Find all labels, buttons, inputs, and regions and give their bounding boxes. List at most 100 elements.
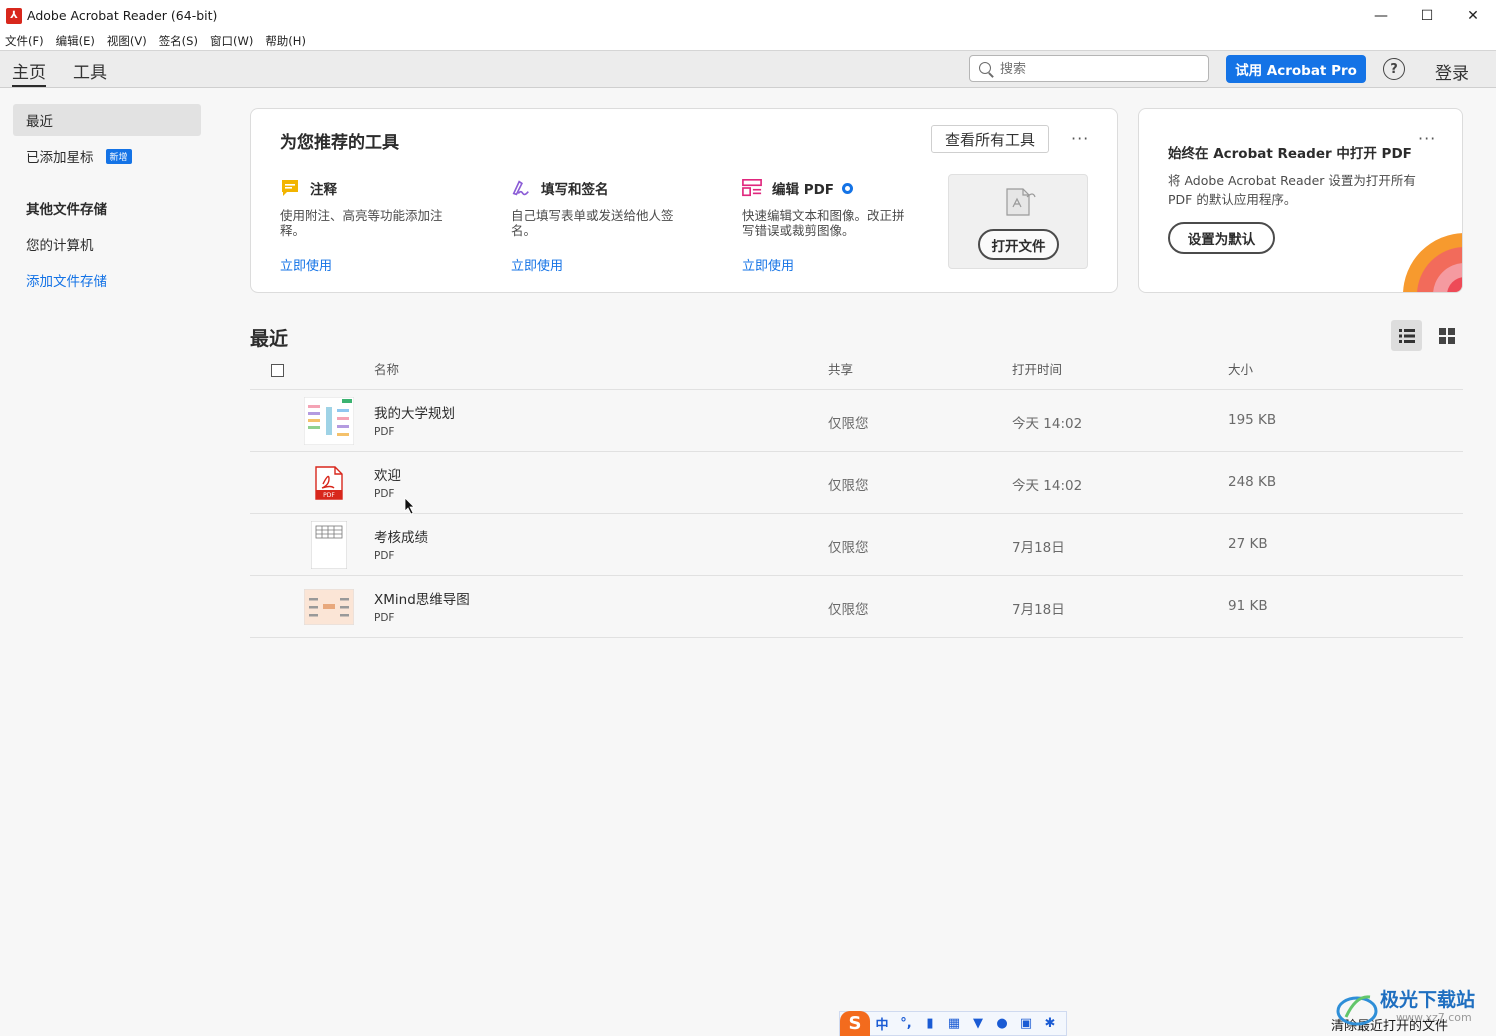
apps-icon[interactable]: ▣ — [1014, 1016, 1038, 1031]
table-row[interactable]: 我的大学规划 PDF 仅限您 今天 14:02 195 KB — [250, 390, 1463, 452]
tool-name: 注释 — [310, 182, 337, 198]
file-size: 91 KB — [1228, 598, 1268, 614]
sidebar-item-label: 添加文件存储 — [26, 274, 107, 290]
menu-help[interactable]: 帮助(H) — [260, 33, 313, 49]
search-input[interactable] — [1000, 61, 1190, 76]
more-options-icon[interactable]: ··· — [1071, 129, 1089, 148]
select-all-checkbox[interactable] — [271, 364, 284, 377]
shared-status: 仅限您 — [828, 602, 869, 618]
set-default-card: 始终在 Acrobat Reader 中打开 PDF ··· 将 Adobe A… — [1138, 108, 1463, 293]
table-row[interactable]: PDF 欢迎 PDF 仅限您 今天 14:02 248 KB — [250, 452, 1463, 514]
view-all-tools-button[interactable]: 查看所有工具 — [931, 125, 1049, 153]
comment-icon — [280, 178, 300, 198]
tab-home[interactable]: 主页 — [12, 58, 46, 87]
column-header-name[interactable]: 名称 — [374, 359, 399, 378]
mouse-cursor-icon — [404, 497, 415, 515]
sidebar-item-your-computer[interactable]: 您的计算机 — [13, 228, 201, 260]
file-name: XMind思维导图 — [374, 592, 470, 608]
game-icon[interactable]: ● — [990, 1016, 1014, 1031]
recent-files-table: 名称 共享 打开时间 大小 我的大学规划 PDF 仅限您 今天 14:02 19… — [250, 350, 1463, 638]
menu-edit[interactable]: 编辑(E) — [51, 33, 102, 49]
watermark-url: www.xz7.com — [1396, 1011, 1472, 1024]
set-default-button[interactable]: 设置为默认 — [1168, 222, 1275, 254]
sidebar-item-label: 您的计算机 — [26, 238, 94, 254]
open-file-button[interactable]: 打开文件 — [978, 229, 1059, 260]
settings-icon[interactable]: ✱ — [1038, 1016, 1062, 1031]
sidebar-heading-other-storage: 其他文件存储 — [13, 192, 201, 224]
open-file-area[interactable]: 打开文件 — [948, 174, 1088, 269]
maximize-button[interactable]: ☐ — [1404, 0, 1450, 31]
shared-status: 仅限您 — [828, 540, 869, 556]
search-icon — [978, 61, 994, 77]
decorative-arc-icon — [1403, 233, 1462, 292]
mindmap-thumb — [304, 397, 354, 445]
tool-description: 自己填写表单或发送给他人签名。 — [511, 208, 674, 238]
close-button[interactable]: ✕ — [1450, 0, 1496, 31]
sidebar: 最近 已添加星标 新增 其他文件存储 您的计算机 添加文件存储 — [0, 89, 230, 1036]
svg-text:PDF: PDF — [323, 492, 335, 499]
list-view-icon — [1398, 328, 1415, 343]
try-acrobat-pro-button[interactable]: 试用 Acrobat Pro — [1226, 55, 1366, 83]
file-name: 考核成绩 — [374, 530, 428, 546]
table-row[interactable]: 考核成绩 PDF 仅限您 7月18日 27 KB — [250, 514, 1463, 576]
sogou-logo-icon[interactable]: S — [840, 1011, 870, 1036]
top-bar: 主页 工具 试用 Acrobat Pro ? 登录 — [0, 51, 1496, 88]
window-controls: — ☐ ✕ — [1358, 0, 1496, 31]
tool-name: 编辑 PDF — [772, 182, 835, 198]
watermark: 极光下载站 www.xz7.com — [1336, 983, 1496, 1036]
file-size: 248 KB — [1228, 474, 1277, 490]
login-button[interactable]: 登录 — [1435, 59, 1469, 84]
search-box[interactable] — [969, 55, 1209, 82]
card-description: 将 Adobe Acrobat Reader 设置为打开所有 PDF 的默认应用… — [1168, 173, 1416, 207]
file-type: PDF — [374, 612, 395, 624]
table-row[interactable]: XMind思维导图 PDF 仅限您 7月18日 91 KB — [250, 576, 1463, 638]
window-title: Adobe Acrobat Reader (64-bit) — [27, 8, 218, 23]
skin-icon[interactable]: ▼ — [966, 1016, 990, 1031]
watermark-logo-icon — [1336, 995, 1378, 1026]
tab-tools[interactable]: 工具 — [73, 58, 107, 83]
tool-edit-pdf: 编辑 PDF 快速编辑文本和图像。改正拼写错误或裁剪图像。 — [742, 177, 942, 238]
tool-description: 快速编辑文本和图像。改正拼写错误或裁剪图像。 — [742, 208, 905, 238]
grid-view-button[interactable] — [1431, 320, 1462, 351]
shared-status: 仅限您 — [828, 416, 869, 432]
document-hand-icon — [1001, 185, 1037, 223]
help-icon[interactable]: ? — [1383, 58, 1405, 80]
file-name: 我的大学规划 — [374, 406, 455, 422]
recent-section-title: 最近 — [250, 328, 289, 350]
sidebar-item-label: 最近 — [26, 114, 53, 130]
file-name: 欢迎 — [374, 468, 401, 484]
use-now-link-comment[interactable]: 立即使用 — [280, 255, 332, 274]
column-header-opened[interactable]: 打开时间 — [1012, 359, 1062, 378]
sidebar-item-add-storage[interactable]: 添加文件存储 — [13, 264, 201, 296]
ime-toolbar: S 中 °, ▮ ▦ ▼ ● ▣ ✱ — [839, 1011, 1067, 1036]
opened-time: 今天 14:02 — [1012, 478, 1083, 494]
ime-mode-toggle[interactable]: 中 — [870, 1014, 894, 1033]
microphone-icon[interactable]: ▮ — [918, 1016, 942, 1031]
menu-file[interactable]: 文件(F) — [0, 33, 51, 49]
premium-badge-icon — [842, 182, 854, 194]
more-options-icon[interactable]: ··· — [1418, 129, 1436, 148]
keyboard-icon[interactable]: ▦ — [942, 1016, 966, 1031]
acrobat-logo-icon: ⅄ — [6, 7, 22, 24]
opened-time: 7月18日 — [1012, 602, 1065, 618]
minimize-button[interactable]: — — [1358, 0, 1404, 31]
menu-bar: 文件(F) 编辑(E) 视图(V) 签名(S) 窗口(W) 帮助(H) — [0, 31, 1496, 51]
table-header: 名称 共享 打开时间 大小 — [250, 350, 1463, 390]
sidebar-item-starred[interactable]: 已添加星标 新增 — [13, 140, 201, 172]
menu-window[interactable]: 窗口(W) — [205, 33, 260, 49]
card-title: 始终在 Acrobat Reader 中打开 PDF — [1168, 146, 1412, 162]
punctuation-icon[interactable]: °, — [894, 1016, 918, 1031]
file-type: PDF — [374, 550, 395, 562]
sidebar-item-recent[interactable]: 最近 — [13, 104, 201, 136]
column-header-shared[interactable]: 共享 — [828, 359, 853, 378]
use-now-link-edit-pdf[interactable]: 立即使用 — [742, 255, 794, 274]
column-header-size[interactable]: 大小 — [1228, 359, 1253, 378]
use-now-link-fill-sign[interactable]: 立即使用 — [511, 255, 563, 274]
menu-sign[interactable]: 签名(S) — [154, 33, 205, 49]
menu-view[interactable]: 视图(V) — [102, 33, 154, 49]
shared-status: 仅限您 — [828, 478, 869, 494]
new-badge: 新增 — [105, 148, 132, 164]
watermark-text: 极光下载站 — [1380, 989, 1476, 1011]
list-view-button[interactable] — [1391, 320, 1422, 351]
grid-view-icon — [1438, 327, 1455, 344]
